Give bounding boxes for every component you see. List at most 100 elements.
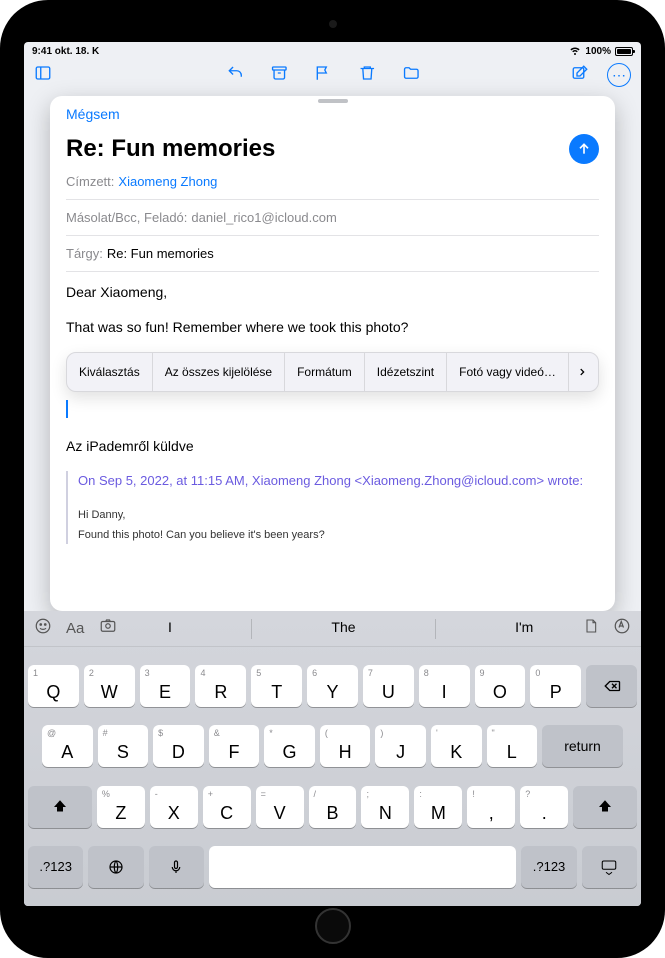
kb-row-2: A@S#D$F&G*H(J)K'L"return (28, 725, 637, 767)
keyboard: Aa I The I'm Q1W2E3R4T5Y6U7 (24, 611, 641, 906)
wifi-icon (569, 44, 581, 59)
folder-icon[interactable] (402, 64, 420, 87)
key-,[interactable]: ,! (467, 786, 515, 828)
space-key[interactable] (209, 846, 516, 888)
battery-icon (615, 47, 633, 56)
to-label: Címzett: (66, 174, 114, 189)
camera-dot (329, 20, 337, 28)
key-p[interactable]: P0 (530, 665, 581, 707)
edit-context-menu: Kiválasztás Az összes kijelölése Formátu… (66, 352, 599, 392)
kb-row-1: Q1W2E3R4T5Y6U7I8O9P0 (28, 665, 637, 707)
menu-more-icon[interactable] (569, 353, 595, 391)
key-d[interactable]: D$ (153, 725, 204, 767)
cc-bcc-label: Másolat/Bcc, Feladó: (66, 210, 187, 225)
flag-icon[interactable] (314, 64, 332, 87)
markup-icon[interactable] (613, 617, 631, 640)
key-r[interactable]: R4 (195, 665, 246, 707)
text-cursor (66, 400, 68, 418)
compose-sheet: Mégsem Re: Fun memories Címzett: Xiaomen… (50, 96, 615, 611)
camera-scan-icon[interactable] (98, 617, 118, 640)
key-v[interactable]: V= (256, 786, 304, 828)
key-z[interactable]: Z% (97, 786, 145, 828)
document-icon[interactable] (583, 617, 599, 640)
key-q[interactable]: Q1 (28, 665, 79, 707)
key-f[interactable]: F& (209, 725, 260, 767)
key-k[interactable]: K' (431, 725, 482, 767)
suggestion-2[interactable]: The (311, 619, 375, 639)
trash-icon[interactable] (358, 64, 376, 87)
body-paragraph: That was so fun! Remember where we took … (66, 317, 599, 338)
suggestion-1[interactable]: I (148, 619, 192, 639)
subject-value: Re: Fun memories (107, 246, 214, 261)
key-m[interactable]: M: (414, 786, 462, 828)
dictation-key[interactable] (149, 846, 204, 888)
key-w[interactable]: W2 (84, 665, 135, 707)
key-l[interactable]: L" (487, 725, 538, 767)
to-value: Xiaomeng Zhong (118, 174, 217, 189)
key-s[interactable]: S# (98, 725, 149, 767)
quote-line-1: Hi Danny, (78, 507, 599, 524)
cancel-button[interactable]: Mégsem (66, 106, 120, 122)
key-o[interactable]: O9 (475, 665, 526, 707)
key-a[interactable]: A@ (42, 725, 93, 767)
menu-select-all[interactable]: Az összes kijelölése (153, 353, 285, 391)
status-time: 9:41 okt. 18. K (32, 46, 99, 57)
quoted-message: On Sep 5, 2022, at 11:15 AM, Xiaomeng Zh… (66, 471, 599, 544)
return-key[interactable]: return (542, 725, 623, 767)
numbers-key-right[interactable]: .?123 (521, 846, 576, 888)
shift-key-right[interactable] (573, 786, 637, 828)
menu-format[interactable]: Formátum (285, 353, 365, 391)
text-format-icon[interactable]: Aa (66, 620, 84, 637)
archive-icon[interactable] (270, 64, 288, 87)
subject-field[interactable]: Tárgy: Re: Fun memories (66, 236, 599, 272)
menu-quote-level[interactable]: Idézetszint (365, 353, 447, 391)
key-j[interactable]: J) (375, 725, 426, 767)
send-button[interactable] (569, 134, 599, 164)
reply-icon[interactable] (226, 64, 244, 87)
key-.[interactable]: .? (520, 786, 568, 828)
quote-line-2: Found this photo! Can you believe it's b… (78, 527, 599, 544)
key-g[interactable]: G* (264, 725, 315, 767)
compose-title: Re: Fun memories (66, 135, 275, 163)
subject-label: Tárgy: (66, 246, 103, 261)
keyboard-toolbar: Aa I The I'm (24, 611, 641, 647)
background-mail-toolbar: ⋯ (24, 60, 641, 90)
cc-bcc-field[interactable]: Másolat/Bcc, Feladó: daniel_rico1@icloud… (66, 200, 599, 236)
shift-key[interactable] (28, 786, 92, 828)
globe-key[interactable] (88, 846, 143, 888)
sheet-grabber[interactable] (318, 99, 348, 103)
key-h[interactable]: H( (320, 725, 371, 767)
quote-header: On Sep 5, 2022, at 11:15 AM, Xiaomeng Zh… (78, 471, 599, 491)
key-e[interactable]: E3 (140, 665, 191, 707)
backspace-key[interactable] (586, 665, 637, 707)
signature: Az iPademről küldve (66, 436, 599, 457)
suggest-divider (435, 619, 436, 639)
screen: 9:41 okt. 18. K 100% ⋯ (24, 42, 641, 906)
key-x[interactable]: X- (150, 786, 198, 828)
numbers-key[interactable]: .?123 (28, 846, 83, 888)
to-field[interactable]: Címzett: Xiaomeng Zhong (66, 164, 599, 200)
emoji-picker-icon[interactable] (34, 617, 52, 640)
cc-bcc-value: daniel_rico1@icloud.com (191, 210, 336, 225)
menu-insert-photo[interactable]: Fotó vagy videó… (447, 353, 569, 391)
key-i[interactable]: I8 (419, 665, 470, 707)
hide-keyboard-key[interactable] (582, 846, 637, 888)
battery-percent: 100% (585, 46, 611, 57)
sidebar-toggle-icon[interactable] (34, 64, 52, 87)
menu-select[interactable]: Kiválasztás (67, 353, 153, 391)
compose-icon[interactable] (571, 64, 589, 87)
text-cursor-area[interactable] (66, 400, 599, 418)
home-button[interactable] (315, 908, 351, 944)
ipad-device: 9:41 okt. 18. K 100% ⋯ (0, 0, 665, 958)
body-greeting: Dear Xiaomeng, (66, 282, 599, 303)
key-y[interactable]: Y6 (307, 665, 358, 707)
suggestion-3[interactable]: I'm (495, 619, 553, 639)
message-body[interactable]: Dear Xiaomeng, That was so fun! Remember… (50, 272, 615, 611)
status-bar: 9:41 okt. 18. K 100% (24, 42, 641, 60)
key-b[interactable]: B/ (309, 786, 357, 828)
key-t[interactable]: T5 (251, 665, 302, 707)
more-menu-icon[interactable]: ⋯ (607, 63, 631, 87)
key-u[interactable]: U7 (363, 665, 414, 707)
key-n[interactable]: N; (361, 786, 409, 828)
key-c[interactable]: C+ (203, 786, 251, 828)
